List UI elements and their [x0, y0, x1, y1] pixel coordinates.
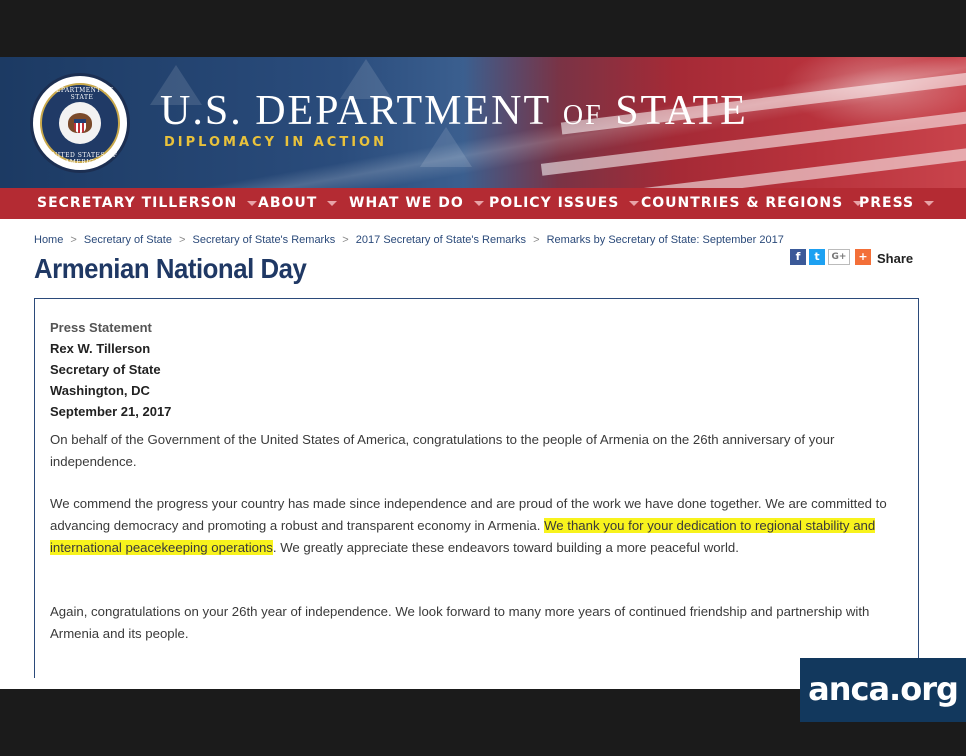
header-banner: DEPARTMENT OF STATE UNITED STATES OF AME… — [0, 57, 966, 188]
breadcrumb-separator: > — [342, 234, 349, 246]
site-title-of: OF — [562, 100, 603, 131]
seal-bottom-text: UNITED STATES OF AMERICA — [46, 152, 118, 166]
breadcrumb-link-home[interactable]: Home — [34, 234, 63, 246]
breadcrumb-link-2017-remarks[interactable]: 2017 Secretary of State's Remarks — [356, 234, 526, 246]
nav-item-secretary-tillerson[interactable]: SECRETARY TILLERSON — [37, 188, 258, 219]
nav-label: POLICY ISSUES — [489, 195, 620, 211]
anca-watermark-logo: anca.org — [800, 658, 966, 722]
site-title[interactable]: U.S. DEPARTMENT OF STATE — [160, 87, 748, 135]
nav-item-countries-regions[interactable]: COUNTRIES & REGIONS — [641, 188, 864, 219]
chevron-down-icon — [629, 200, 640, 206]
nav-label: WHAT WE DO — [349, 195, 464, 211]
statement-author: Rex W. Tillerson — [50, 341, 151, 356]
breadcrumb-link-secretary[interactable]: Secretary of State — [84, 234, 172, 246]
nav-label: PRESS — [859, 195, 915, 211]
site-tagline: DIPLOMACY IN ACTION — [164, 135, 387, 150]
facebook-icon[interactable]: f — [790, 248, 806, 265]
chevron-down-icon — [473, 200, 484, 206]
statement-type: Press Statement — [50, 320, 152, 335]
breadcrumb-link-remarks[interactable]: Secretary of State's Remarks — [193, 234, 336, 246]
share-bar: f t G+ + Share — [790, 247, 913, 266]
chevron-down-icon — [327, 200, 338, 206]
nav-item-policy-issues[interactable]: POLICY ISSUES — [489, 188, 640, 219]
page-title: Armenian National Day — [34, 253, 307, 284]
statement-location: Washington, DC — [50, 383, 150, 398]
seal-ring: DEPARTMENT OF STATE UNITED STATES OF AME… — [40, 83, 120, 166]
breadcrumb-link-september-2017[interactable]: Remarks by Secretary of State: September… — [547, 234, 784, 246]
breadcrumb: Home > Secretary of State > Secretary of… — [34, 234, 784, 246]
body-paragraph-1: On behalf of the Government of the Unite… — [50, 432, 835, 469]
site-title-state: STATE — [615, 88, 748, 134]
nav-label: COUNTRIES & REGIONS — [641, 195, 844, 211]
twitter-icon[interactable]: t — [809, 248, 825, 265]
statement-date: September 21, 2017 — [50, 404, 172, 419]
seal-top-text: DEPARTMENT OF STATE — [50, 87, 114, 101]
nav-label: ABOUT — [258, 195, 318, 211]
nav-item-about[interactable]: ABOUT — [258, 188, 338, 219]
google-plus-icon[interactable]: G+ — [828, 248, 850, 265]
nav-item-press[interactable]: PRESS — [859, 188, 935, 219]
seal-center — [59, 102, 101, 144]
site-title-us: U.S. DEPARTMENT — [160, 88, 551, 134]
statement-position: Secretary of State — [50, 362, 161, 377]
main-nav: SECRETARY TILLERSON ABOUT WHAT WE DO POL… — [0, 188, 966, 219]
plus-share-icon[interactable]: + — [855, 248, 871, 265]
state-department-seal[interactable]: DEPARTMENT OF STATE UNITED STATES OF AME… — [30, 73, 130, 173]
share-button[interactable]: Share — [877, 251, 913, 266]
statement-box: Press Statement Rex W. Tillerson Secreta… — [34, 298, 919, 678]
nav-item-what-we-do[interactable]: WHAT WE DO — [349, 188, 484, 219]
chevron-down-icon — [247, 200, 258, 206]
breadcrumb-separator: > — [533, 234, 540, 246]
main-content: Home > Secretary of State > Secretary of… — [0, 219, 966, 689]
breadcrumb-separator: > — [179, 234, 186, 246]
statement-meta: Press Statement Rex W. Tillerson Secreta… — [50, 317, 171, 422]
body-paragraph-3: Again, congratulations on your 26th year… — [50, 604, 870, 641]
chevron-down-icon — [924, 200, 935, 206]
body-paragraph-2-text-end: . We greatly appreciate these endeavors … — [272, 540, 739, 555]
nav-label: SECRETARY TILLERSON — [37, 195, 238, 211]
shield-icon — [74, 119, 86, 133]
body-paragraph-2: We commend the progress your country has… — [50, 493, 905, 559]
breadcrumb-separator: > — [70, 234, 77, 246]
